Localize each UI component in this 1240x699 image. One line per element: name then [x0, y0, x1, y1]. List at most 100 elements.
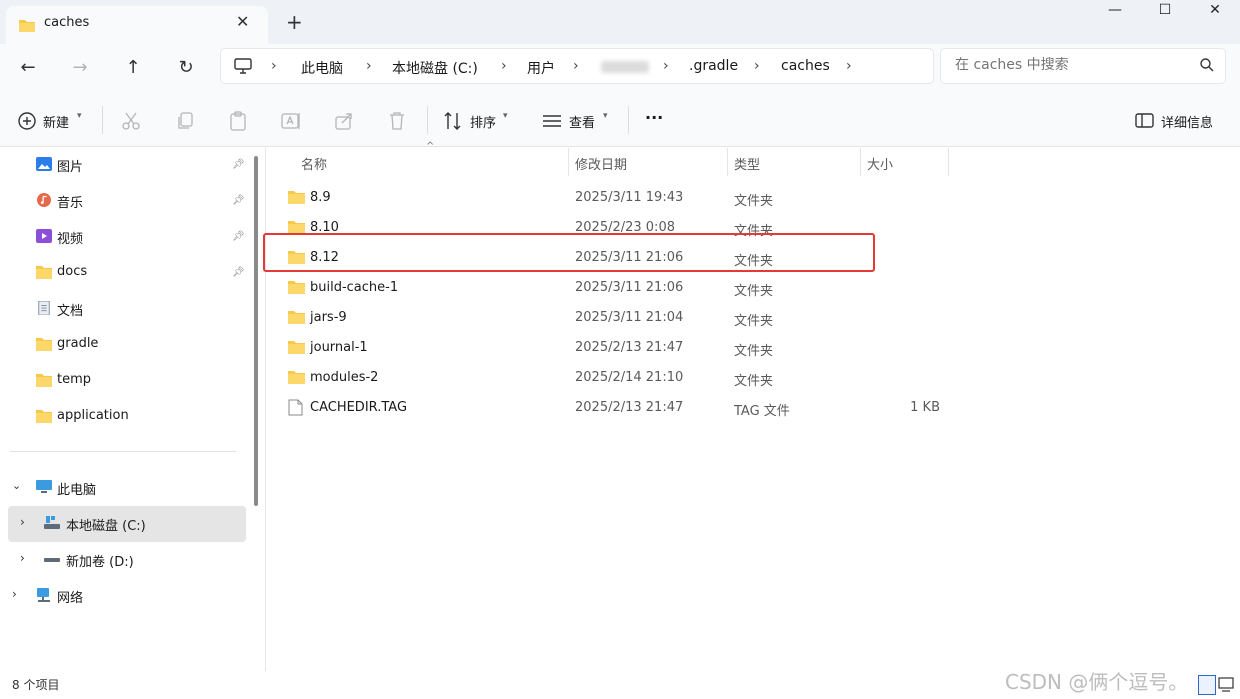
column-header-modified[interactable]: 修改日期 — [575, 154, 627, 173]
new-plus-icon[interactable] — [16, 110, 38, 132]
sort-icon[interactable] — [442, 110, 464, 132]
table-row[interactable]: modules-2 2025/2/14 21:10 文件夹 — [268, 363, 948, 393]
sidebar-item-music[interactable]: 音乐 📌︎ — [8, 183, 246, 219]
file-size: 1 KB — [910, 400, 940, 415]
highlight-annotation-box — [263, 233, 875, 272]
sidebar-item-local-disk-c[interactable]: › 本地磁盘 (C:) — [8, 506, 246, 542]
column-separator[interactable] — [727, 148, 728, 176]
folder-icon — [19, 20, 35, 32]
back-button[interactable]: ← — [14, 56, 42, 80]
sidebar-item-label: 此电脑 — [57, 483, 97, 498]
sidebar-item-label: 新加卷 (D:) — [66, 555, 134, 570]
breadcrumb-expand-icon[interactable]: › — [846, 58, 852, 74]
chevron-down-icon[interactable]: ⌄ — [12, 479, 21, 492]
tiles-view-icon[interactable] — [1218, 675, 1234, 693]
new-button[interactable]: 新建 — [43, 112, 69, 131]
column-separator[interactable] — [568, 148, 569, 176]
sidebar-item-this-pc[interactable]: ⌄ 此电脑 — [8, 470, 246, 506]
chevron-right-icon[interactable]: › — [20, 551, 25, 565]
file-modified: 2025/3/11 19:43 — [575, 190, 684, 205]
refresh-button[interactable]: ↻ — [172, 56, 200, 80]
minimize-button[interactable]: — — [1092, 2, 1138, 26]
column-header-size[interactable]: 大小 — [867, 154, 893, 173]
delete-icon[interactable] — [386, 110, 408, 132]
search-input[interactable] — [955, 57, 1185, 73]
paste-icon[interactable] — [227, 110, 249, 132]
table-row[interactable]: build-cache-1 2025/3/11 21:06 文件夹 — [268, 273, 948, 303]
file-name: modules-2 — [310, 370, 379, 385]
navigation-pane: 图片 📌︎ 音乐 📌︎ 视频 📌︎ docs 📌︎ 文档 gradle temp… — [0, 147, 256, 671]
search-box[interactable] — [940, 48, 1226, 84]
sidebar-item-videos[interactable]: 视频 📌︎ — [8, 219, 246, 255]
tab-close-icon[interactable]: ✕ — [236, 12, 249, 31]
sidebar-item-application[interactable]: application — [8, 399, 246, 435]
column-separator[interactable] — [948, 148, 949, 176]
file-name: journal-1 — [310, 340, 368, 355]
item-count: 8 个项目 — [12, 678, 60, 692]
sidebar-item-label: 视频 — [57, 232, 84, 247]
file-name: jars-9 — [310, 310, 347, 325]
details-pane-icon[interactable] — [1134, 110, 1156, 132]
sidebar-item-gradle[interactable]: gradle — [8, 327, 246, 363]
sort-ascending-icon: ^ — [426, 141, 435, 152]
address-bar[interactable]: › 此电脑 › 本地磁盘 (C:) › 用户 › › .gradle › cac… — [220, 48, 934, 84]
column-header-name[interactable]: 名称 — [301, 154, 327, 173]
close-button[interactable]: ✕ — [1192, 2, 1238, 26]
sort-button[interactable]: 排序 — [470, 112, 496, 131]
pane-divider[interactable] — [265, 147, 266, 671]
sidebar-item-drive-d[interactable]: › 新加卷 (D:) — [8, 542, 246, 578]
view-button[interactable]: 查看 — [569, 112, 595, 131]
details-view-icon[interactable] — [1198, 675, 1216, 695]
breadcrumb-separator-icon: › — [271, 58, 277, 74]
column-header-type[interactable]: 类型 — [734, 154, 760, 173]
breadcrumb-local-disk[interactable]: 本地磁盘 (C:) — [392, 58, 478, 78]
more-options-button[interactable]: ··· — [645, 108, 663, 127]
view-icon[interactable] — [541, 110, 563, 132]
table-row[interactable]: jars-9 2025/3/11 21:04 文件夹 — [268, 303, 948, 333]
chevron-right-icon[interactable]: › — [12, 587, 17, 601]
sidebar-item-network[interactable]: › 网络 — [8, 578, 246, 614]
pin-icon: 📌︎ — [232, 231, 245, 242]
address-row: ← → ↑ ↻ › 此电脑 › 本地磁盘 (C:) › 用户 › › .grad… — [0, 44, 1240, 94]
forward-button[interactable]: → — [66, 56, 94, 80]
share-icon[interactable] — [333, 110, 355, 132]
table-row[interactable]: journal-1 2025/2/13 21:47 文件夹 — [268, 333, 948, 363]
chevron-down-icon: ▾ — [603, 111, 608, 121]
breadcrumb-separator-icon: › — [573, 58, 579, 74]
sidebar-scrollbar[interactable] — [254, 156, 258, 506]
sidebar-item-docs[interactable]: docs 📌︎ — [8, 255, 246, 291]
copy-icon[interactable] — [174, 110, 196, 132]
chevron-right-icon[interactable]: › — [20, 515, 25, 529]
breadcrumb-this-pc[interactable]: 此电脑 — [301, 58, 343, 78]
cut-icon[interactable] — [120, 110, 142, 132]
breadcrumb-users[interactable]: 用户 — [527, 58, 555, 78]
folder-icon — [288, 371, 305, 384]
breadcrumb-separator-icon: › — [501, 58, 507, 74]
command-bar: 新建 ▾ 排序 ▾ 查看 ▾ ··· 详细信息 — [0, 94, 1240, 147]
breadcrumb-gradle[interactable]: .gradle — [689, 58, 738, 74]
new-tab-button[interactable]: + — [286, 12, 303, 32]
details-button[interactable]: 详细信息 — [1161, 112, 1213, 131]
tab-title: caches — [44, 15, 90, 30]
table-row[interactable]: CACHEDIR.TAG 2025/2/13 21:47 TAG 文件 1 KB — [268, 393, 948, 423]
column-separator[interactable] — [860, 148, 861, 176]
sidebar-item-temp[interactable]: temp — [8, 363, 246, 399]
table-row[interactable]: 8.9 2025/3/11 19:43 文件夹 — [268, 183, 948, 213]
blurred-username[interactable] — [601, 61, 649, 73]
file-type: 文件夹 — [734, 314, 774, 329]
search-icon[interactable] — [1199, 57, 1215, 73]
pin-icon: 📌︎ — [232, 267, 245, 278]
sidebar-item-pictures[interactable]: 图片 📌︎ — [8, 147, 246, 183]
sidebar-item-documents[interactable]: 文档 — [8, 291, 246, 327]
maximize-button[interactable]: ☐ — [1142, 2, 1188, 26]
breadcrumb-caches[interactable]: caches — [781, 58, 830, 74]
sidebar-item-label: 网络 — [57, 591, 84, 606]
sidebar-item-label: 文档 — [57, 304, 84, 319]
chevron-down-icon: ▾ — [77, 111, 82, 121]
breadcrumb-separator-icon: › — [663, 58, 669, 74]
tab-caches[interactable]: caches ✕ — [6, 6, 268, 44]
chevron-down-icon: ▾ — [503, 111, 508, 121]
up-button[interactable]: ↑ — [119, 56, 147, 80]
file-type: 文件夹 — [734, 374, 774, 389]
rename-icon[interactable] — [280, 110, 302, 132]
